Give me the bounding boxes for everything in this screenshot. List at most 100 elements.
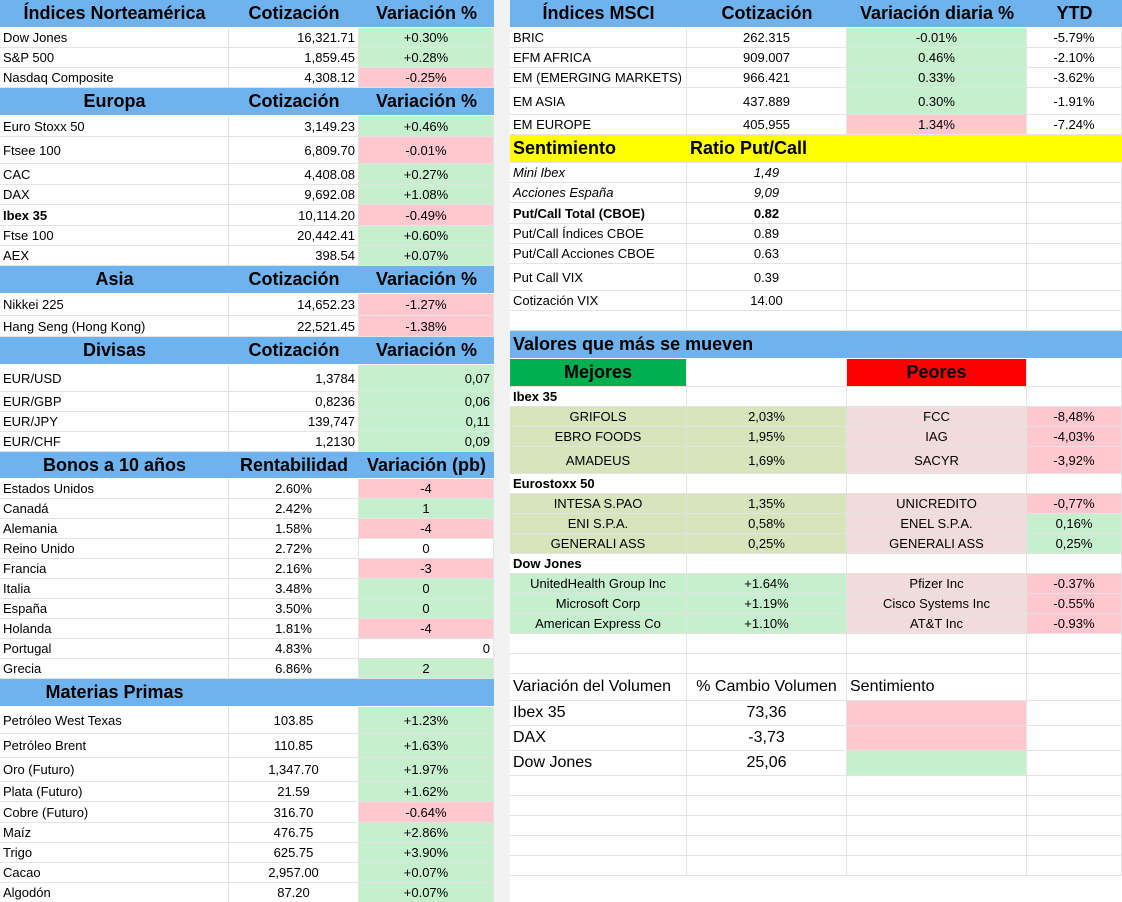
row-value: 9,09 <box>687 183 847 202</box>
row-change: 2 <box>359 659 494 678</box>
worst-name: UNICREDITO <box>847 494 1027 513</box>
table-row: Petróleo West Texas 103.85 +1.23% <box>0 707 494 734</box>
row-value: 4.83% <box>229 639 359 658</box>
row-name: Nasdaq Composite <box>0 68 229 87</box>
row-value: 1.58% <box>229 519 359 538</box>
row-value: 1.81% <box>229 619 359 638</box>
best-change: 0,58% <box>687 514 847 533</box>
left-panel: Índices Norteamérica Cotización Variació… <box>0 0 494 902</box>
table-row: Put Call VIX 0.39 <box>510 264 1122 291</box>
table-row: Put/Call Total (CBOE) 0.82 <box>510 203 1122 224</box>
worst-name: IAG <box>847 427 1027 446</box>
row-value: 2.60% <box>229 479 359 498</box>
row-ytd: -2.10% <box>1027 48 1122 67</box>
row-value: 262.315 <box>687 28 847 47</box>
worst-name: GENERALI ASS <box>847 534 1027 553</box>
row-change: 0 <box>359 599 494 618</box>
north-header: Índices Norteamérica Cotización Variació… <box>0 0 494 28</box>
row-value: 0.63 <box>687 244 847 263</box>
row-change: +0.07% <box>359 883 494 902</box>
table-row: Ftse 100 20,442.41 +0.60% <box>0 226 494 246</box>
bonds-header-value: Rentabilidad <box>239 454 348 475</box>
movers-title: Valores que más se mueven <box>513 334 754 354</box>
best-change: 1,69% <box>687 447 847 473</box>
row-name: Ibex 35 <box>510 701 687 725</box>
fx-header-change: Variación % <box>375 340 478 360</box>
row-name: Grecia <box>0 659 229 678</box>
row-change: -1.27% <box>359 294 494 315</box>
row-name: Cacao <box>0 863 229 882</box>
table-row: EFM AFRICA 909.007 0.46% -2.10% <box>510 48 1122 68</box>
volume-header-sentiment: Sentimiento <box>847 674 1027 700</box>
table-row: Nasdaq Composite 4,308.12 -0.25% <box>0 68 494 88</box>
row-name: Ibex 35 <box>0 205 229 225</box>
table-row: EM EUROPE 405.955 1.34% -7.24% <box>510 115 1122 135</box>
best-change: 1,95% <box>687 427 847 446</box>
best-change: 0,25% <box>687 534 847 553</box>
worst-change: -4,03% <box>1027 427 1122 446</box>
volume-header: Variación del Volumen % Cambio Volumen S… <box>510 674 1122 701</box>
best-name: GENERALI ASS <box>510 534 687 553</box>
row-change: 0.30% <box>847 88 1027 114</box>
column-separator <box>494 0 510 902</box>
row-change: +1.23% <box>359 707 494 733</box>
row-ytd: -7.24% <box>1027 115 1122 134</box>
row-name: EM (EMERGING MARKETS) <box>510 68 687 87</box>
table-row: DAX -3,73 <box>510 726 1122 751</box>
row-name: Maíz <box>0 823 229 842</box>
row-name: Canadá <box>0 499 229 518</box>
row-value: 1,347.70 <box>229 758 359 781</box>
commodities-header-name: Materias Primas <box>45 682 184 702</box>
row-value: 10,114.20 <box>229 205 359 225</box>
table-row: CAC 4,408.08 +0.27% <box>0 164 494 185</box>
right-panel: Índices MSCI Cotización Variación diaria… <box>510 0 1122 876</box>
table-row: Mini Ibex 1,49 <box>510 163 1122 183</box>
table-row: EUR/CHF 1,2130 0,09 <box>0 432 494 452</box>
table-row: DAX 9,692.08 +1.08% <box>0 185 494 205</box>
table-row: GRIFOLS 2,03% FCC -8,48% <box>510 407 1122 427</box>
row-value: 0.89 <box>687 224 847 243</box>
best-name: UnitedHealth Group Inc <box>510 574 687 593</box>
asia-header-name: Asia <box>95 269 134 289</box>
table-row: Canadá 2.42% 1 <box>0 499 494 519</box>
row-name: S&P 500 <box>0 48 229 67</box>
volume-header-name: Variación del Volumen <box>510 674 687 700</box>
table-row: Holanda 1.81% -4 <box>0 619 494 639</box>
row-name: Estados Unidos <box>0 479 229 498</box>
row-name: España <box>0 599 229 618</box>
group-label: Ibex 35 <box>510 387 687 406</box>
fx-header: Divisas Cotización Variación % <box>0 337 494 365</box>
table-row: Trigo 625.75 +3.90% <box>0 843 494 863</box>
row-change: -0.49% <box>359 205 494 225</box>
row-change: +0.07% <box>359 246 494 265</box>
movers-header: Valores que más se mueven <box>510 331 1122 359</box>
row-value: 476.75 <box>229 823 359 842</box>
table-row: INTESA S.PAO 1,35% UNICREDITO -0,77% <box>510 494 1122 514</box>
north-header-value: Cotización <box>248 3 340 23</box>
msci-header-name: Índices MSCI <box>542 3 655 23</box>
row-name: Cotización VIX <box>510 291 687 310</box>
bonds-header-name: Bonos a 10 años <box>42 454 187 475</box>
row-value: 14.00 <box>687 291 847 310</box>
row-change: 0 <box>359 539 494 558</box>
table-row: Acciones España 9,09 <box>510 183 1122 203</box>
row-name: Reino Unido <box>0 539 229 558</box>
row-value: 16,321.71 <box>229 28 359 47</box>
table-row: Italia 3.48% 0 <box>0 579 494 599</box>
row-change: 0.33% <box>847 68 1027 87</box>
movers-subheader: Mejores Peores <box>510 359 1122 387</box>
row-change: +0.07% <box>359 863 494 882</box>
table-row: Euro Stoxx 50 3,149.23 +0.46% <box>0 116 494 137</box>
table-row: Dow Jones 16,321.71 +0.30% <box>0 28 494 48</box>
worst-name: FCC <box>847 407 1027 426</box>
row-value: 3,149.23 <box>229 116 359 136</box>
sentiment-indicator <box>847 701 1027 725</box>
row-value: 316.70 <box>229 802 359 822</box>
row-name: Francia <box>0 559 229 578</box>
table-row: EUR/JPY 139,747 0,11 <box>0 412 494 432</box>
row-value: 625.75 <box>229 843 359 862</box>
sentiment-indicator <box>847 751 1027 775</box>
table-row: Nikkei 225 14,652.23 -1.27% <box>0 294 494 316</box>
row-change: +3.90% <box>359 843 494 862</box>
row-change: -4 <box>359 519 494 538</box>
